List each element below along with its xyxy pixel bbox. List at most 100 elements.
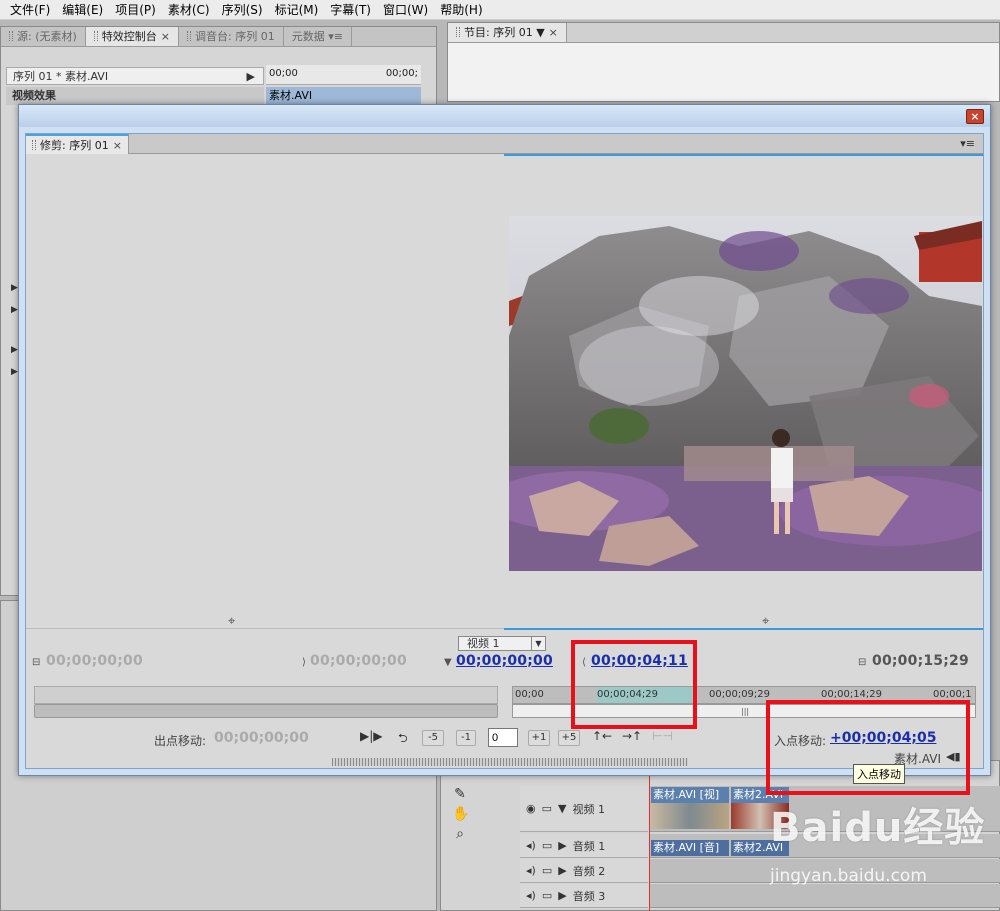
- expand-arrow-icon[interactable]: ▶: [558, 864, 566, 877]
- lock-icon[interactable]: ▭: [542, 889, 552, 902]
- watermark-url: jingyan.baidu.com: [770, 866, 927, 886]
- program-tabs: 节目: 序列 01 ▼ ×: [448, 23, 999, 43]
- eye-icon[interactable]: ◉: [526, 802, 536, 815]
- expand-arrow-icon[interactable]: ▶: [11, 367, 18, 377]
- menu-project[interactable]: 项目(P): [109, 0, 162, 20]
- ruler-label: 00;00;09;29: [709, 689, 771, 700]
- play-arrow-icon[interactable]: ▶: [247, 68, 255, 86]
- speaker-icon[interactable]: ◂): [526, 864, 536, 877]
- panel-menu-icon[interactable]: ▾≡: [328, 30, 343, 43]
- grip-icon: [32, 140, 36, 150]
- safe-margin-icon[interactable]: ⌖: [228, 614, 235, 629]
- trim-right-view[interactable]: [506, 158, 982, 628]
- playhead-marker-icon: ▼: [444, 657, 452, 668]
- track-header-audio-3[interactable]: ◂) ▭ ▶ 音频 3: [520, 884, 648, 908]
- menu-title[interactable]: 字幕(T): [324, 0, 377, 20]
- grip-icon: [93, 31, 98, 41]
- video-effects-header: 视频效果: [6, 87, 264, 105]
- out-shift-label: 出点移动:: [154, 734, 207, 748]
- left-mini-timeline[interactable]: [34, 686, 498, 704]
- tab-trim[interactable]: 修剪: 序列 01 ×: [26, 134, 129, 154]
- menu-edit[interactable]: 编辑(E): [56, 0, 109, 20]
- close-icon[interactable]: ×: [113, 139, 122, 152]
- effect-clip-bar[interactable]: 素材.AVI: [266, 87, 421, 105]
- video-frame-image: [509, 216, 982, 571]
- trim-plus-1-button[interactable]: +1: [528, 730, 550, 746]
- play-edit-icon[interactable]: ▶|▶: [360, 729, 383, 743]
- baidu-watermark: Baidu经验: [770, 805, 986, 851]
- expand-arrow-icon[interactable]: ▶: [558, 839, 566, 852]
- speaker-icon[interactable]: ◂): [526, 839, 536, 852]
- go-to-next-edit-icon[interactable]: →↑: [622, 729, 642, 743]
- expand-arrow-icon[interactable]: ▶: [11, 345, 18, 355]
- go-to-previous-edit-icon[interactable]: ↑←: [592, 729, 612, 743]
- menu-file[interactable]: 文件(F): [4, 0, 56, 20]
- ruler-end: 00;00;: [385, 68, 418, 79]
- sequence-clip-selector[interactable]: 序列 01 * 素材.AVI ▶: [6, 67, 264, 85]
- tab-metadata[interactable]: 元数据 ▾≡: [284, 27, 352, 46]
- zoom-tool-icon[interactable]: ⌕: [452, 826, 468, 842]
- dropdown-icon[interactable]: ▼: [536, 26, 544, 39]
- expand-arrow-icon[interactable]: ▶: [558, 889, 566, 902]
- highlight-box: [766, 700, 970, 795]
- track-label-audio-1: 音频 1: [572, 839, 606, 853]
- premiere-workspace: 文件(F) 编辑(E) 项目(P) 素材(C) 序列(S) 标记(M) 字幕(T…: [0, 0, 1000, 911]
- menu-sequence[interactable]: 序列(S): [216, 0, 269, 20]
- left-zoom-scrollbar[interactable]: [34, 704, 498, 718]
- hand-tool-icon[interactable]: ✋: [452, 806, 469, 822]
- track-label-audio-2: 音频 2: [572, 864, 606, 878]
- timeline-clip-audio-a[interactable]: 素材.AVI [音]: [651, 840, 729, 856]
- lock-icon[interactable]: ▭: [542, 839, 552, 852]
- track-header-video-1[interactable]: ◉ ▭ ▼ 视频 1: [520, 786, 648, 832]
- speaker-icon[interactable]: ◂): [526, 889, 536, 902]
- lock-icon[interactable]: ▭: [542, 864, 552, 877]
- lock-icon[interactable]: ▭: [542, 802, 552, 815]
- left-start-timecode[interactable]: 00;00;00;00: [46, 653, 143, 669]
- close-icon[interactable]: ×: [549, 26, 558, 39]
- out-shift-value[interactable]: 00;00;00;00: [214, 730, 309, 746]
- pen-tool-icon[interactable]: ✎: [452, 786, 468, 802]
- tab-audio-mixer[interactable]: 调音台: 序列 01: [179, 27, 284, 46]
- trim-left-view[interactable]: [30, 158, 504, 628]
- tab-audio-mixer-label: 调音台: 序列 01: [195, 30, 275, 43]
- menu-marker[interactable]: 标记(M): [269, 0, 325, 20]
- sequence-clip-label: 序列 01 * 素材.AVI: [13, 70, 109, 83]
- close-icon[interactable]: ×: [161, 30, 170, 43]
- track-header-audio-1[interactable]: ◂) ▭ ▶ 音频 1: [520, 834, 648, 858]
- tab-program-label: 节目: 序列 01: [464, 26, 533, 39]
- scroll-thumb-icon[interactable]: |||: [741, 707, 749, 716]
- expand-arrow-icon[interactable]: ▶: [11, 305, 18, 315]
- ruler-label: 00;00;1: [933, 689, 972, 700]
- chevron-down-icon[interactable]: ▼: [531, 637, 545, 650]
- effect-timeline-ruler[interactable]: 00;00 00;00;: [266, 65, 421, 85]
- expand-arrow-icon[interactable]: ▶: [11, 283, 18, 293]
- left-out-timecode[interactable]: 00;00;00;00: [310, 653, 407, 669]
- ruler-label: 00;00: [515, 689, 544, 700]
- trim-offset-input[interactable]: [488, 728, 518, 747]
- video-frame: [509, 216, 982, 571]
- loop-icon[interactable]: ⮌: [398, 729, 408, 750]
- trim-minus-5-button[interactable]: -5: [422, 730, 444, 746]
- track-header-audio-2[interactable]: ◂) ▭ ▶ 音频 2: [520, 859, 648, 883]
- jog-shuttle[interactable]: [332, 758, 688, 766]
- left-current-timecode[interactable]: 00;00;00;00: [456, 653, 553, 669]
- menu-help[interactable]: 帮助(H): [434, 0, 488, 20]
- menu-clip[interactable]: 素材(C): [162, 0, 216, 20]
- out-point-icon: ⟩: [302, 657, 306, 668]
- menu-window[interactable]: 窗口(W): [377, 0, 434, 20]
- audio-3-lane[interactable]: [650, 884, 1000, 908]
- collapse-arrow-icon[interactable]: ▼: [558, 802, 566, 815]
- trim-plus-5-button[interactable]: +5: [558, 730, 580, 746]
- tab-program[interactable]: 节目: 序列 01 ▼ ×: [448, 23, 567, 42]
- panel-menu-icon[interactable]: ▾≡: [960, 137, 975, 150]
- timeline-clip-video-a[interactable]: 素材.AVI [视]: [651, 787, 729, 803]
- tab-source[interactable]: 源: (无素材): [1, 27, 86, 46]
- apply-edit-icon[interactable]: ⊢⊣: [652, 729, 673, 743]
- trim-window-titlebar[interactable]: [19, 105, 990, 127]
- track-select-dropdown[interactable]: 视频 1 ▼: [458, 636, 546, 651]
- tab-effect-controls[interactable]: 特效控制台 ×: [85, 27, 180, 46]
- safe-margin-icon[interactable]: ⌖: [762, 614, 769, 629]
- playhead-line[interactable]: [649, 776, 650, 911]
- trim-minus-1-button[interactable]: -1: [456, 730, 476, 746]
- close-button[interactable]: ×: [966, 109, 984, 124]
